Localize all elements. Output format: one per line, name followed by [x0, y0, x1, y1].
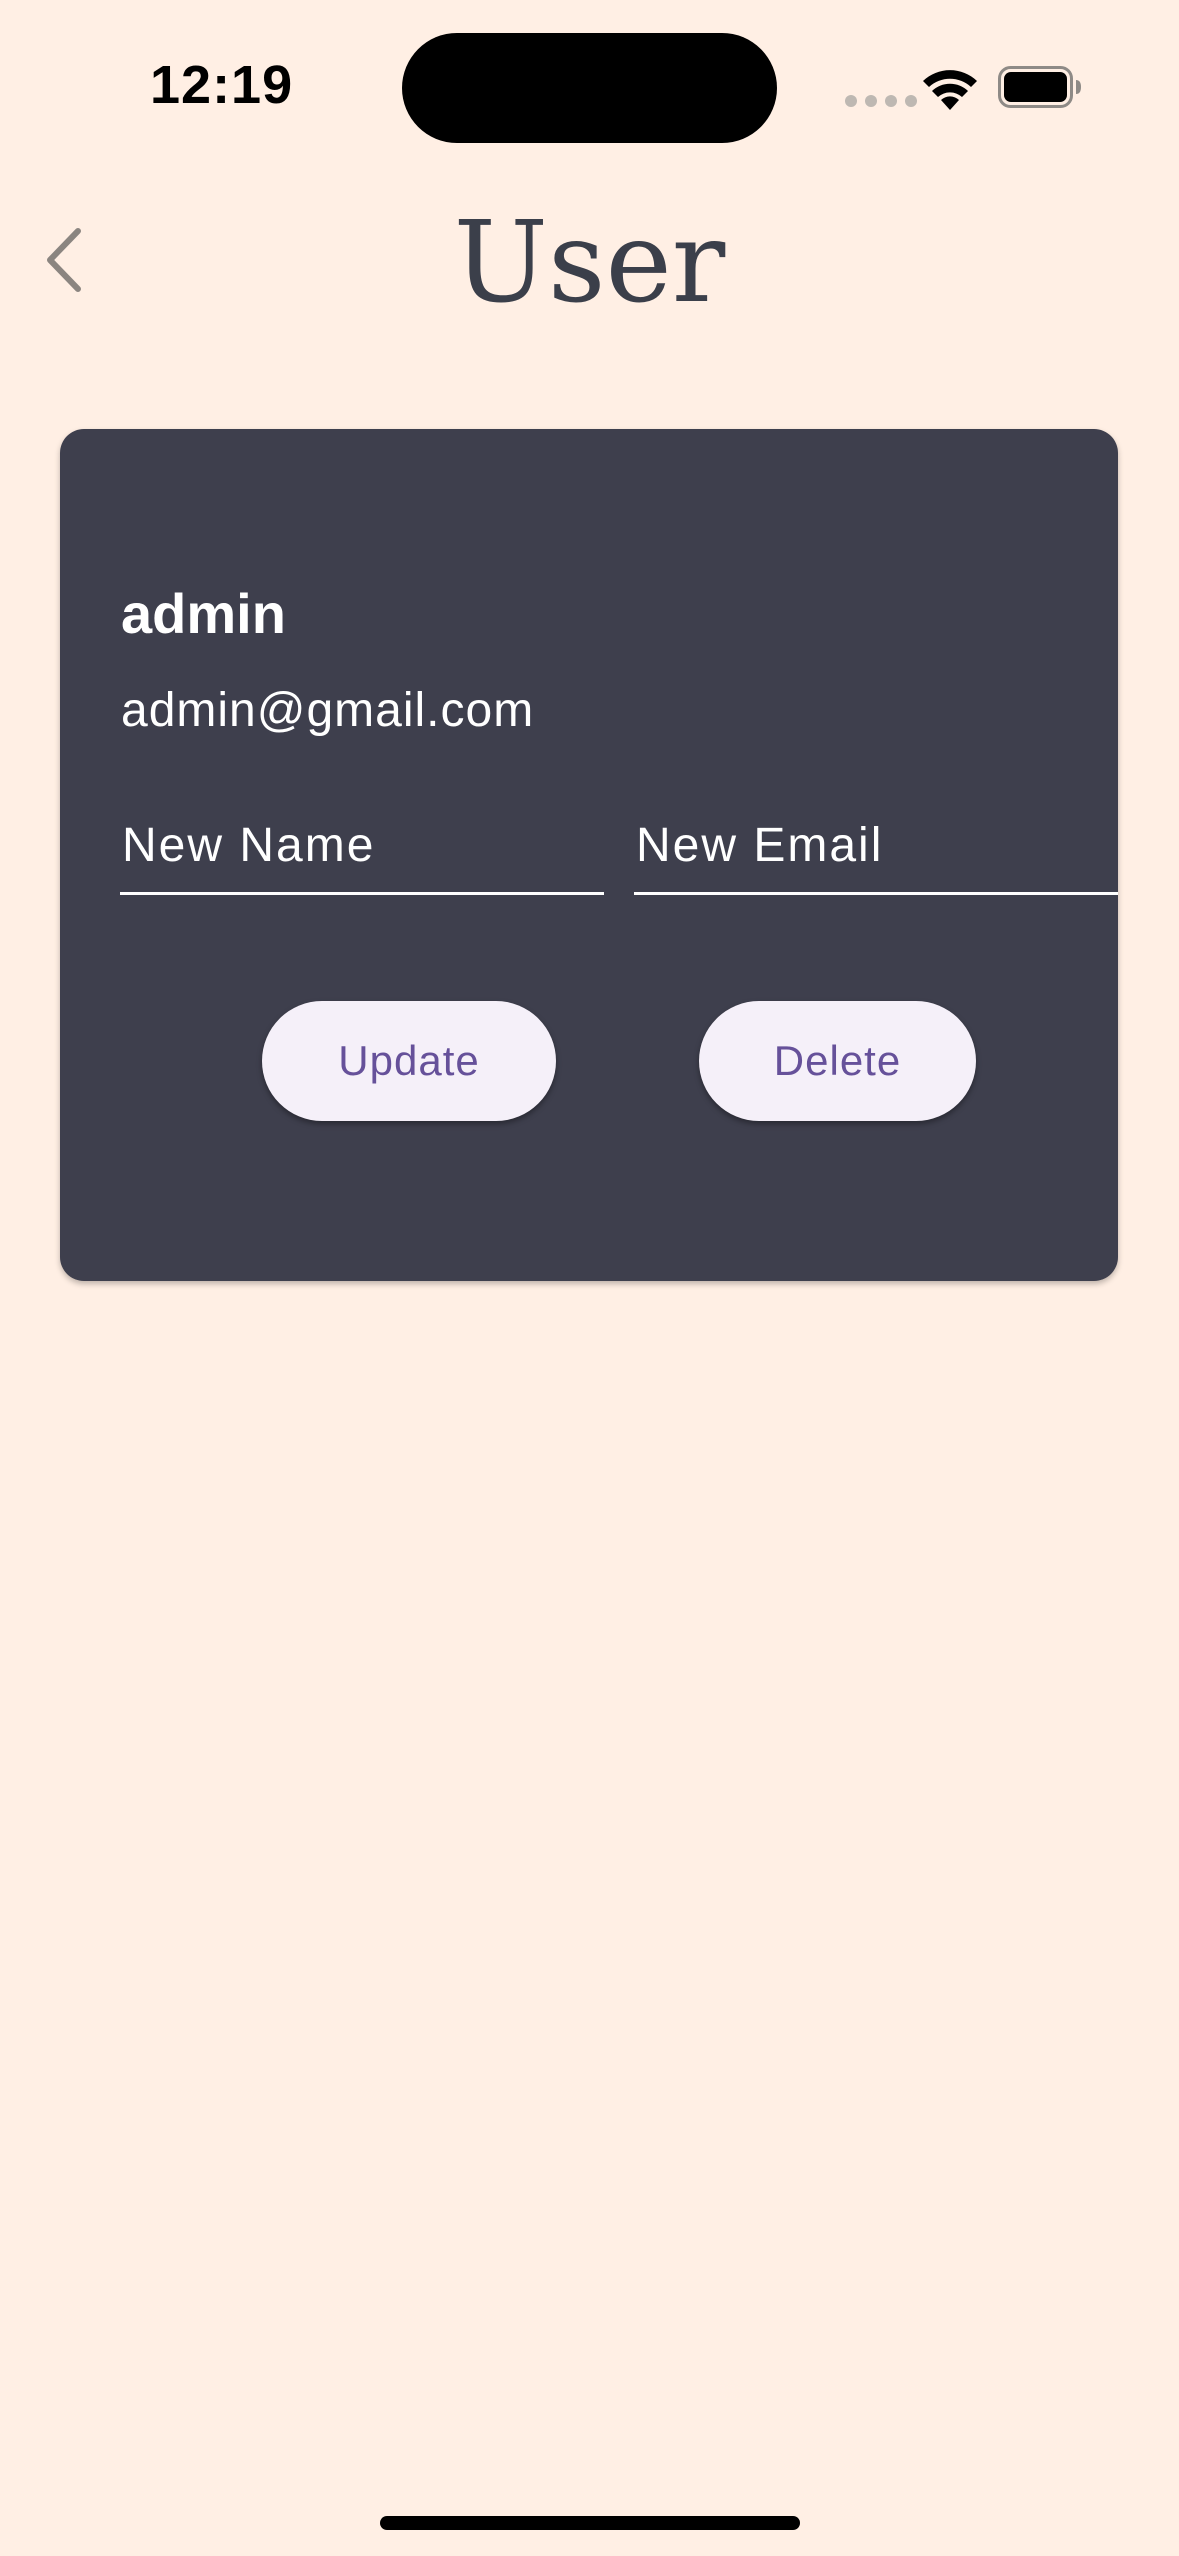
delete-button[interactable]: Delete [699, 1001, 976, 1121]
new-name-input[interactable] [120, 809, 604, 895]
wifi-icon [923, 70, 977, 110]
page-title: User [453, 198, 726, 328]
new-email-input[interactable] [634, 809, 1118, 895]
battery-icon [998, 66, 1081, 108]
cellular-signal-icon [845, 95, 917, 107]
home-indicator[interactable] [380, 2516, 800, 2530]
user-email: admin@gmail.com [121, 684, 535, 737]
update-button[interactable]: Update [262, 1001, 556, 1121]
status-time: 12:19 [150, 55, 294, 115]
user-name: admin [121, 582, 286, 645]
user-card: admin admin@gmail.com Update Delete [60, 429, 1118, 1281]
dynamic-island [402, 33, 777, 143]
